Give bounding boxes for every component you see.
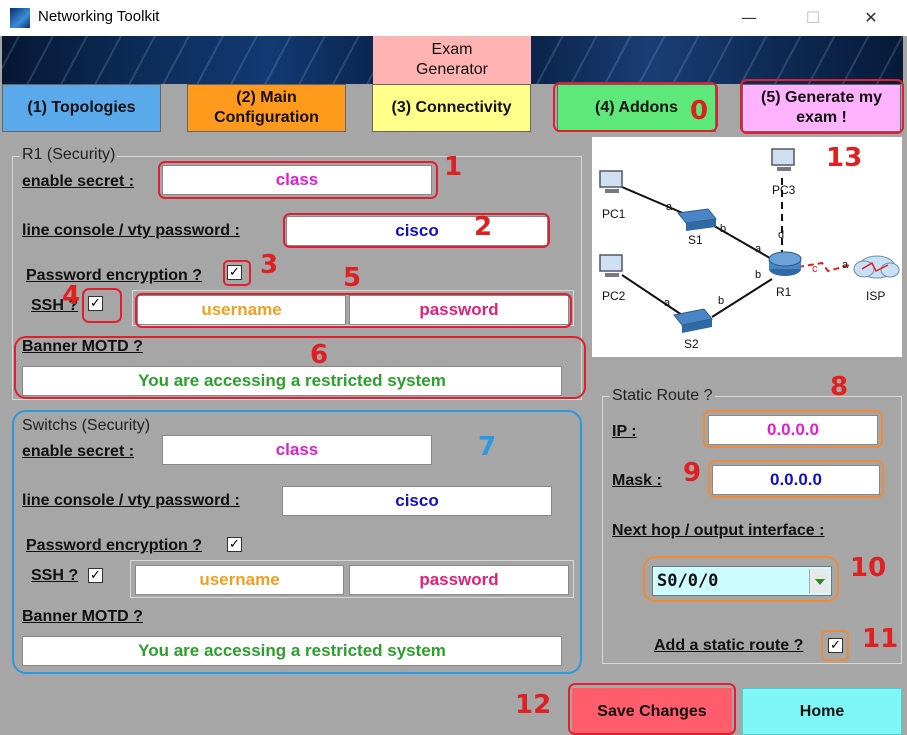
annotation-box-6 [14, 336, 586, 399]
r1-group-label: R1 (Security) [20, 146, 118, 164]
pc1-device [599, 170, 623, 193]
annotation-box-3 [223, 260, 251, 286]
link-label-pc1-s1: a [666, 201, 673, 213]
pc3-label: PC3 [772, 183, 796, 197]
app-icon [10, 8, 30, 28]
link-label-s1-r1-s1side: b [720, 223, 727, 235]
switches-line-password-input[interactable]: cisco [282, 486, 552, 516]
s2-label: S2 [684, 337, 699, 351]
annotation-number-3: 3 [260, 250, 279, 280]
annotation-number-5: 5 [343, 263, 362, 293]
static-route-ip-label: IP : [612, 423, 637, 440]
r1-label: R1 [776, 285, 792, 299]
minimize-button[interactable]: — [726, 4, 772, 32]
pc2-label: PC2 [602, 289, 626, 303]
home-label: Home [799, 702, 845, 720]
annotation-box-generate [740, 79, 904, 134]
annotation-box-4 [82, 288, 122, 323]
annotation-number-7: 7 [478, 432, 497, 462]
annotation-number-9: 9 [683, 458, 702, 488]
annotation-number-2: 2 [474, 212, 493, 242]
switches-banner-input[interactable]: You are accessing a restricted system [22, 636, 562, 666]
switches-line-password-label: line console / vty password : [22, 492, 240, 509]
pc1-label: PC1 [602, 207, 626, 221]
s1-label: S1 [688, 233, 703, 247]
switches-enable-secret-label: enable secret : [22, 443, 135, 460]
switches-password-encryption-checkbox[interactable]: ✓ [227, 537, 242, 552]
link-label-s1-r1-r1side: a [755, 243, 762, 255]
isp-label: ISP [866, 289, 886, 303]
tab-exam-generator[interactable]: Exam Generator [373, 36, 531, 84]
annotation-box-10 [643, 556, 839, 602]
annotation-box-2 [283, 213, 550, 248]
static-route-mask-label: Mask : [612, 472, 662, 489]
annotation-number-4: 4 [62, 281, 81, 311]
annotation-box-8 [703, 410, 883, 448]
annotation-number-10: 10 [850, 553, 887, 583]
r1-enable-secret-label: enable secret : [22, 173, 135, 190]
home-button[interactable]: Home [742, 688, 902, 735]
tab-main-configuration[interactable]: (2) Main Configuration [187, 84, 346, 132]
annotation-number-0: 0 [690, 96, 709, 126]
annotation-box-1 [158, 161, 438, 199]
switches-ssh-username-input[interactable]: username [135, 565, 344, 595]
r1-line-password-label: line console / vty password : [22, 222, 240, 239]
annotation-box-11 [821, 630, 849, 661]
switches-enable-secret-input[interactable]: class [162, 435, 432, 465]
link-label-pc2-s2: a [664, 297, 671, 309]
annotation-number-12: 12 [515, 690, 552, 720]
switches-password-encryption-label: Password encryption ? [26, 537, 203, 554]
isp-cloud [853, 255, 900, 279]
link-label-pc3-r1: d [778, 229, 785, 241]
s1-device [677, 208, 717, 231]
tab-exam-generator-label: Exam Generator [415, 41, 489, 78]
r1-password-encryption-label: Password encryption ? [26, 267, 203, 284]
switches-group-label: Switchs (Security) [20, 417, 153, 435]
link-label-r1-isp-r1side: c [812, 263, 818, 275]
tab-topologies-label: (1) Topologies [27, 99, 136, 116]
annotation-number-6: 6 [310, 340, 329, 370]
switches-ssh-checkbox[interactable]: ✓ [88, 568, 103, 583]
r1-device [768, 251, 802, 276]
annotation-box-9 [708, 460, 884, 498]
annotation-number-11: 11 [862, 624, 899, 654]
close-button[interactable]: ✕ [848, 4, 894, 32]
pc2-device [599, 254, 623, 277]
annotation-number-8: 8 [830, 372, 849, 402]
annotation-box-5 [135, 293, 572, 328]
switches-ssh-password-input[interactable]: password [349, 565, 569, 595]
annotation-box-12 [568, 683, 736, 735]
pc3-device [771, 148, 795, 171]
link-label-s2-r1-r1side: b [755, 269, 762, 281]
window-title: Networking Toolkit [38, 8, 160, 25]
switches-ssh-label: SSH ? [31, 567, 79, 584]
annotation-number-1: 1 [444, 152, 463, 182]
tab-connectivity[interactable]: (3) Connectivity [372, 84, 531, 132]
tab-topologies[interactable]: (1) Topologies [2, 84, 161, 132]
maximize-button[interactable]: ☐ [790, 4, 836, 32]
link-label-s2-r1-s2side: b [718, 295, 725, 307]
tab-main-configuration-label: (2) Main Configuration [214, 89, 319, 126]
static-route-next-hop-label: Next hop / output interface : [612, 522, 825, 539]
tab-connectivity-label: (3) Connectivity [391, 99, 512, 116]
add-static-route-label: Add a static route ? [654, 637, 804, 654]
link-label-r1-isp-ispside: a [842, 259, 849, 271]
annotation-number-13: 13 [826, 143, 863, 173]
switches-banner-label: Banner MOTD ? [22, 608, 143, 625]
static-route-group-label: Static Route ? [610, 387, 715, 405]
